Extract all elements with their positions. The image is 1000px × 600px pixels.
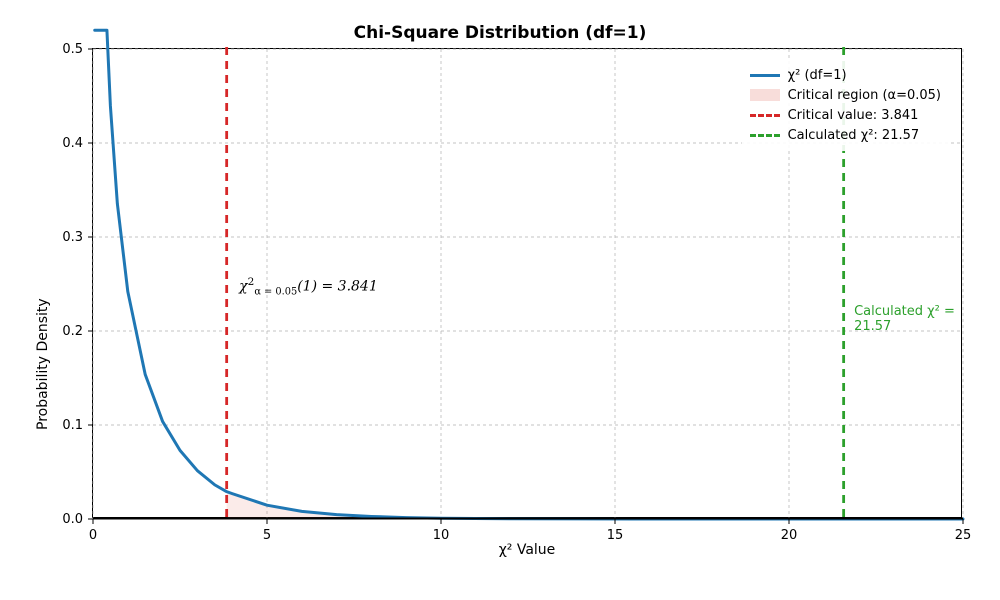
- svg-text:20: 20: [781, 528, 798, 543]
- svg-text:0.2: 0.2: [62, 324, 83, 339]
- x-axis-label: χ² Value: [92, 542, 962, 558]
- svg-text:10: 10: [433, 528, 450, 543]
- legend-entry-calc: Calculated χ²: 21.57: [750, 125, 941, 145]
- svg-text:25: 25: [955, 528, 972, 543]
- legend-swatch-line: [750, 68, 780, 82]
- legend-entry-crit: Critical value: 3.841: [750, 105, 941, 125]
- legend-label-region: Critical region (α=0.05): [788, 88, 941, 103]
- y-axis-label: Probability Density: [35, 298, 51, 430]
- legend-entry-curve: χ² (df=1): [750, 65, 941, 85]
- svg-text:0: 0: [89, 528, 97, 543]
- svg-text:5: 5: [263, 528, 271, 543]
- legend-swatch-red-dash: [750, 108, 780, 122]
- chart-title: Chi-Square Distribution (df=1): [0, 23, 1000, 43]
- legend-entry-region: Critical region (α=0.05): [750, 85, 941, 105]
- legend-label-calc: Calculated χ²: 21.57: [788, 128, 920, 143]
- plot-area: 05101520250.00.10.20.30.40.5 χ² (df=1) C…: [92, 48, 962, 518]
- svg-text:0.3: 0.3: [62, 230, 83, 245]
- annotation-calculated: Calculated χ² = 21.57: [854, 304, 961, 334]
- legend-label-curve: χ² (df=1): [788, 68, 847, 83]
- svg-text:0.4: 0.4: [62, 136, 83, 151]
- legend-swatch-green-dash: [750, 128, 780, 142]
- svg-text:0.0: 0.0: [62, 512, 83, 527]
- chart-figure: Chi-Square Distribution (df=1) 051015202…: [0, 0, 1000, 600]
- legend-label-crit: Critical value: 3.841: [788, 108, 919, 123]
- legend: χ² (df=1) Critical region (α=0.05) Criti…: [742, 59, 949, 151]
- svg-text:0.5: 0.5: [62, 42, 83, 57]
- svg-text:0.1: 0.1: [62, 418, 83, 433]
- legend-swatch-fill: [750, 88, 780, 102]
- svg-text:15: 15: [607, 528, 624, 543]
- annotation-critical-formula: χ2α = 0.05(1) = 3.841: [239, 276, 378, 297]
